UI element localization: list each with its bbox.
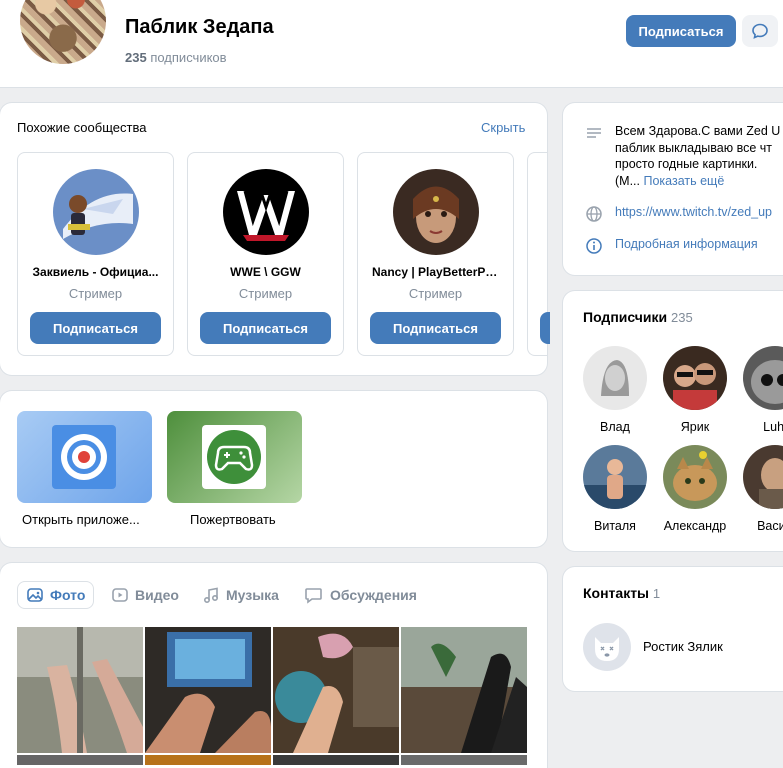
subscriber-name[interactable]: Александр xyxy=(655,519,735,533)
community-avatar[interactable] xyxy=(223,169,309,255)
tab-discussions-label: Обсуждения xyxy=(330,587,417,603)
donate-app-label[interactable]: Пожертвовать xyxy=(190,512,276,527)
avatar[interactable] xyxy=(583,346,647,410)
photo-thumbnail[interactable] xyxy=(17,627,143,753)
avatar[interactable] xyxy=(583,623,631,671)
tab-music[interactable]: Музыка xyxy=(202,581,279,609)
tab-photo-label: Фото xyxy=(50,587,86,603)
avatar[interactable] xyxy=(663,346,727,410)
avatar[interactable] xyxy=(743,445,783,509)
about-description: Всем Здарова.С вами Zed U паблик выклады… xyxy=(615,123,783,189)
description-icon xyxy=(587,128,601,138)
tab-video-label: Видео xyxy=(135,587,179,603)
globe-icon xyxy=(586,206,602,222)
avatar[interactable] xyxy=(663,445,727,509)
hide-similar-link[interactable]: Скрыть xyxy=(481,120,525,135)
contacts-count-badge: 1 xyxy=(652,586,661,601)
subscriber-item[interactable]: Васил xyxy=(735,445,783,533)
subscriber-name[interactable]: Васил xyxy=(735,519,783,533)
detailed-info-link[interactable]: Подробная информация xyxy=(615,237,758,251)
tab-discussions[interactable]: Обсуждения xyxy=(304,581,417,609)
subscriber-name[interactable]: Ярик xyxy=(655,420,735,434)
community-subscribe-button[interactable]: Подписаться xyxy=(200,312,331,344)
contacts-header[interactable]: Контакты 1 xyxy=(583,585,660,601)
community-role: Стример xyxy=(238,286,293,301)
avatar[interactable] xyxy=(583,445,647,509)
subscribers-count-badge: 235 xyxy=(671,310,693,325)
open-app-label[interactable]: Открыть приложе... xyxy=(22,512,140,527)
community-avatar[interactable] xyxy=(53,169,139,255)
avatar[interactable] xyxy=(743,346,783,410)
photo-icon xyxy=(27,588,43,602)
community-card[interactable]: WWE \ GGW Стример Подписаться xyxy=(187,152,344,356)
music-icon xyxy=(203,587,219,604)
subscriber-name[interactable]: Виталя xyxy=(575,519,655,533)
photo-thumbnail[interactable] xyxy=(401,627,527,753)
message-button[interactable] xyxy=(742,15,778,47)
similar-communities-title: Похожие сообщества xyxy=(17,120,147,135)
photo-thumbnail[interactable] xyxy=(145,627,271,753)
subscriber-item[interactable]: Александр xyxy=(655,445,735,533)
community-subscribe-button[interactable] xyxy=(540,312,550,344)
photo-thumbnail[interactable] xyxy=(17,755,143,765)
donate-app-tile[interactable] xyxy=(167,411,302,503)
tab-photo[interactable]: Фото xyxy=(17,581,95,609)
about-block: Всем Здарова.С вами Zed U паблик выклады… xyxy=(563,103,783,275)
contacts-title: Контакты xyxy=(583,585,650,601)
page-title: Паблик Зедапа xyxy=(125,16,274,38)
show-more-link[interactable]: Показать ещё xyxy=(643,174,724,188)
message-icon xyxy=(752,23,768,39)
target-icon xyxy=(61,434,107,480)
website-link[interactable]: https://www.twitch.tv/zed_up xyxy=(615,205,772,219)
group-header: Паблик Зедапа 235 подписчиков Подписатьс… xyxy=(0,0,783,87)
subscriber-item[interactable]: Ярик xyxy=(655,346,735,434)
subscribers-label: подписчиков xyxy=(150,50,227,65)
subscribers-block: Подписчики 235 Влад Ярик Luhi Виталя Але… xyxy=(563,291,783,551)
community-subscribe-button[interactable]: Подписаться xyxy=(30,312,161,344)
gamepad-icon xyxy=(207,430,261,484)
subscriber-item[interactable]: Luhi xyxy=(735,346,783,434)
subscriber-item[interactable]: Виталя xyxy=(575,445,655,533)
community-name[interactable]: Nancy | PlayBetterPr... xyxy=(358,265,513,279)
photo-thumbnail[interactable] xyxy=(273,755,399,765)
discussions-icon xyxy=(305,588,322,604)
subscribers-header[interactable]: Подписчики 235 xyxy=(583,309,693,325)
subscribers-title: Подписчики xyxy=(583,309,668,325)
community-card[interactable]: Nancy | PlayBetterPr... Стример Подписат… xyxy=(357,152,514,356)
contacts-block: Контакты 1 Ростик Зялик xyxy=(563,567,783,691)
subscriber-name[interactable]: Влад xyxy=(575,420,655,434)
community-subscribe-button[interactable]: Подписаться xyxy=(370,312,501,344)
subscribe-button[interactable]: Подписаться xyxy=(626,15,736,47)
community-role: Стример xyxy=(408,286,463,301)
community-card[interactable]: Заквиель - Официа... Стример Подписаться xyxy=(17,152,174,356)
photo-thumbnail[interactable] xyxy=(273,627,399,753)
similar-communities-block: Похожие сообщества Скрыть Заквиель - Офи… xyxy=(0,103,550,375)
deactivated-dog-icon xyxy=(595,637,619,661)
apps-block: Открыть приложе... Пожертвовать xyxy=(0,391,547,547)
group-avatar[interactable] xyxy=(17,0,109,67)
community-card-partial[interactable] xyxy=(527,152,550,356)
media-block: Фото Видео Музыка Обсуждения xyxy=(0,563,547,768)
community-role: Стример xyxy=(68,286,123,301)
subscribers-count: 235 xyxy=(125,50,147,65)
contact-name[interactable]: Ростик Зялик xyxy=(643,639,723,654)
community-name[interactable]: Заквиель - Официа... xyxy=(18,265,173,279)
subscriber-name[interactable]: Luhi xyxy=(735,420,783,434)
subscribers-count-line[interactable]: 235 подписчиков xyxy=(125,50,227,65)
community-avatar[interactable] xyxy=(393,169,479,255)
open-app-tile[interactable] xyxy=(17,411,152,503)
tab-music-label: Музыка xyxy=(226,587,279,603)
photo-thumbnail[interactable] xyxy=(401,755,527,765)
tab-video[interactable]: Видео xyxy=(111,581,179,609)
photo-thumbnail[interactable] xyxy=(145,755,271,765)
info-icon xyxy=(586,238,602,254)
subscriber-item[interactable]: Влад xyxy=(575,346,655,434)
video-icon xyxy=(112,588,128,602)
community-name[interactable]: WWE \ GGW xyxy=(188,265,343,279)
